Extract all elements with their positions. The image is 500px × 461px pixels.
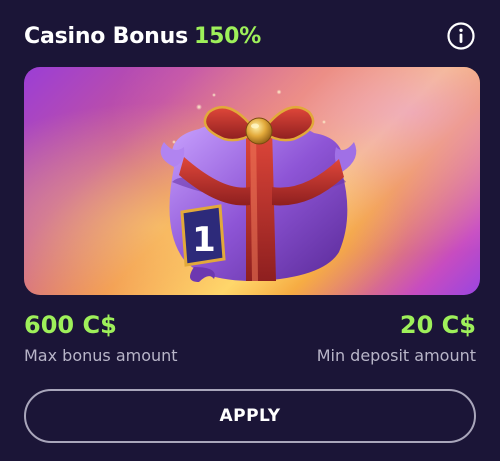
max-bonus-label: Max bonus amount [24,346,178,365]
bonus-title-text: Casino Bonus [24,23,188,49]
apply-button[interactable]: APPLY [24,389,476,443]
min-deposit-value: 20 C$ [399,311,476,339]
bonus-title: Casino Bonus 150% [24,24,261,49]
gift-box-image: 1 [160,89,357,282]
bonus-header: Casino Bonus 150% [24,18,476,54]
max-bonus-value: 600 C$ [24,311,117,339]
info-icon[interactable] [446,21,476,51]
min-deposit-label: Min deposit amount [316,346,476,365]
max-bonus-stat: 600 C$ Max bonus amount [24,310,178,365]
gift-tag-number: 1 [192,220,216,260]
bonus-banner: 1 [24,67,480,295]
min-deposit-stat: 20 C$ Min deposit amount [317,310,476,365]
bonus-percent: 150% [193,23,262,49]
bonus-stats: 600 C$ Max bonus amount 20 C$ Min deposi… [24,310,476,374]
